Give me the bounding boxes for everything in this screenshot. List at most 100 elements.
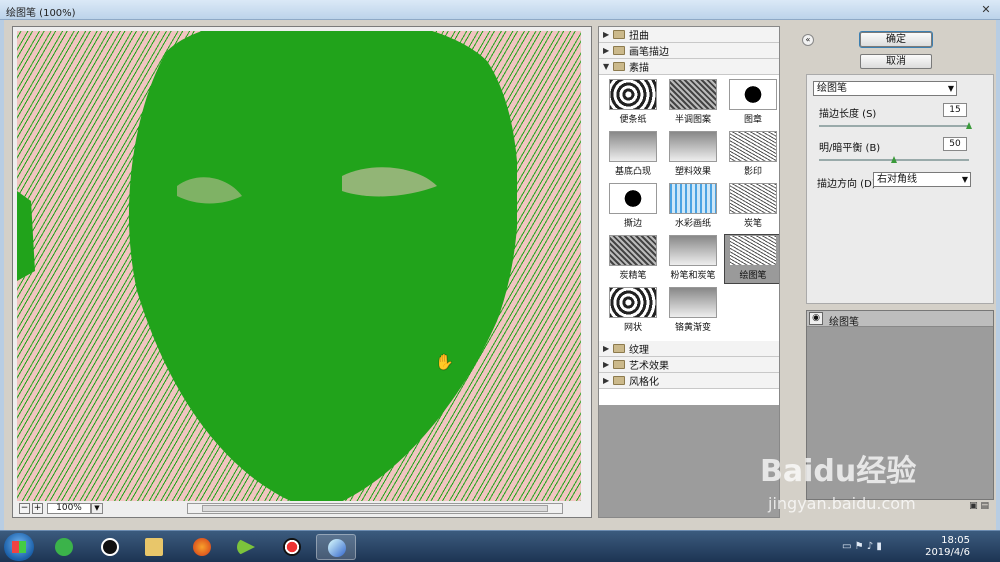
media-player-icon[interactable] <box>226 534 266 560</box>
filter-settings: 绘图笔 ▼ 描边长度 (S) 15 明/暗平衡 (B) 50 描边方向 (D):… <box>806 74 994 304</box>
scrollbar-thumb[interactable] <box>202 505 548 512</box>
new-layer-icon[interactable]: ▣ ▤ <box>969 501 989 511</box>
record-icon[interactable] <box>272 534 312 560</box>
effect-layer-row[interactable]: ◉ 绘图笔 <box>807 311 993 328</box>
stroke-direction-label: 描边方向 (D): <box>817 179 880 190</box>
window-title: 绘图笔 (100%) <box>6 8 76 19</box>
firefox-icon[interactable] <box>182 534 222 560</box>
zoom-out-button[interactable]: − <box>19 503 30 514</box>
category-label: 素描 <box>629 63 649 74</box>
system-tray-icons[interactable]: ▭ ⚑ ♪ ▮ <box>842 541 882 552</box>
title-bar: 绘图笔 (100%) ✕ <box>0 0 1000 20</box>
app-360-icon[interactable] <box>44 534 84 560</box>
file-explorer-icon[interactable] <box>134 534 174 560</box>
collapse-arrow-icon: ▼ <box>603 62 610 71</box>
filter-thumb-plaster[interactable]: 塑料效果 <box>665 131 721 179</box>
filter-thumb-note-paper[interactable]: 便条纸 <box>605 79 661 127</box>
filter-thumb-chrome[interactable]: 铬黄渐变 <box>665 287 721 335</box>
filter-thumb-chalk-charcoal[interactable]: 粉笔和炭笔 <box>665 235 721 283</box>
taskbar: ▭ ⚑ ♪ ▮ 18:05 2019/4/6 <box>0 530 1000 562</box>
filter-preview-icon <box>729 79 777 110</box>
stroke-length-slider[interactable] <box>819 122 972 129</box>
hand-cursor-icon: ✋ <box>435 353 454 371</box>
expand-arrow-icon: ▶ <box>603 360 610 369</box>
zoom-bar: − + 100% ▼ <box>17 503 589 515</box>
filter-preview-icon <box>669 183 717 214</box>
stroke-length-input[interactable]: 15 <box>943 103 967 117</box>
filter-thumb-water-paper[interactable]: 水彩画纸 <box>665 183 721 231</box>
filter-preview-icon <box>609 79 657 110</box>
eye-icon[interactable]: ◉ <box>809 312 823 325</box>
filter-thumb-charcoal[interactable]: 炭笔 <box>725 183 779 231</box>
filter-thumb-conte-crayon[interactable]: 炭精笔 <box>605 235 661 283</box>
filter-gallery: ▶ 扭曲 ▶ 画笔描边 ▼ 素描 便条纸 半调图案 图章 基底凸现 塑料效果 影… <box>598 26 780 518</box>
filter-preview-icon <box>729 131 777 162</box>
qq-icon[interactable] <box>90 534 130 560</box>
light-dark-input[interactable]: 50 <box>943 137 967 151</box>
ok-button[interactable]: 确定 <box>859 31 933 48</box>
left-green-edge <box>17 191 35 281</box>
close-icon[interactable]: ✕ <box>978 2 994 17</box>
expand-arrow-icon: ▶ <box>603 46 610 55</box>
watermark-brand: Baidu经验 <box>760 454 917 489</box>
filter-preview-icon <box>609 287 657 318</box>
filter-preview-icon <box>669 235 717 266</box>
category-label: 风格化 <box>629 377 659 388</box>
category-label: 扭曲 <box>629 31 649 42</box>
start-button[interactable] <box>4 533 34 561</box>
clock-time: 18:05 <box>941 535 970 546</box>
category-artistic[interactable]: ▶ 艺术效果 <box>599 357 779 373</box>
slider-knob-icon[interactable] <box>966 122 972 129</box>
category-sketch[interactable]: ▼ 素描 <box>599 59 779 75</box>
folder-icon <box>613 360 625 369</box>
clock-date: 2019/4/6 <box>925 547 970 558</box>
category-brush-strokes[interactable]: ▶ 画笔描边 <box>599 43 779 59</box>
zoom-level-field[interactable]: 100% <box>47 503 91 514</box>
light-dark-slider[interactable] <box>819 156 969 163</box>
filter-thumb-reticulation[interactable]: 网状 <box>605 287 661 335</box>
clock[interactable]: 18:05 2019/4/6 <box>900 535 970 559</box>
preview-canvas[interactable]: ✋ <box>17 31 581 501</box>
chevron-down-icon: ▼ <box>947 84 954 93</box>
filter-preview-icon <box>729 235 777 266</box>
chevron-down-icon: ▼ <box>961 175 968 184</box>
filter-thumb-graphic-pen[interactable]: 绘图笔 <box>724 234 779 284</box>
filter-thumb-halftone[interactable]: 半调图案 <box>665 79 721 127</box>
stroke-length-label: 描边长度 (S) <box>819 109 877 120</box>
category-label: 纹理 <box>629 345 649 356</box>
filter-preview-icon <box>609 235 657 266</box>
filter-thumb-bas-relief[interactable]: 基底凸现 <box>605 131 661 179</box>
zoom-dropdown-icon[interactable]: ▼ <box>91 503 103 514</box>
expand-arrow-icon: ▶ <box>603 376 610 385</box>
filter-thumb-torn-edges[interactable]: 撕边 <box>605 183 661 231</box>
stroke-direction-select[interactable]: 右对角线 ▼ <box>873 172 971 187</box>
zoom-in-button[interactable]: + <box>32 503 43 514</box>
horizontal-scrollbar[interactable] <box>187 503 563 514</box>
collapse-gallery-icon[interactable]: « <box>802 34 814 46</box>
category-texture[interactable]: ▶ 纹理 <box>599 341 779 357</box>
filter-thumb-photocopy[interactable]: 影印 <box>725 131 779 179</box>
expand-arrow-icon: ▶ <box>603 30 610 39</box>
preview-pane: ✋ − + 100% ▼ <box>12 26 592 518</box>
folder-icon <box>613 46 625 55</box>
light-dark-label: 明/暗平衡 (B) <box>819 143 881 154</box>
folder-icon <box>613 344 625 353</box>
watermark-url: jingyan.baidu.com <box>768 494 916 513</box>
folder-icon <box>613 376 625 385</box>
category-stylize[interactable]: ▶ 风格化 <box>599 373 779 389</box>
category-label: 画笔描边 <box>629 47 669 58</box>
category-distort[interactable]: ▶ 扭曲 <box>599 27 779 43</box>
face-silhouette <box>129 31 517 501</box>
gallery-empty-area <box>599 405 779 517</box>
filter-preview-icon <box>729 183 777 214</box>
expand-arrow-icon: ▶ <box>603 344 610 353</box>
cancel-button[interactable]: 取消 <box>860 54 932 69</box>
filter-preview-icon <box>669 79 717 110</box>
category-label: 艺术效果 <box>629 361 669 372</box>
filter-thumb-stamp[interactable]: 图章 <box>725 79 779 127</box>
slider-knob-icon[interactable] <box>891 156 897 163</box>
filter-select[interactable]: 绘图笔 ▼ <box>813 81 957 96</box>
filter-preview-icon <box>609 131 657 162</box>
layer-name: 绘图笔 <box>829 317 859 328</box>
photoshop-feather-icon[interactable] <box>316 534 356 560</box>
